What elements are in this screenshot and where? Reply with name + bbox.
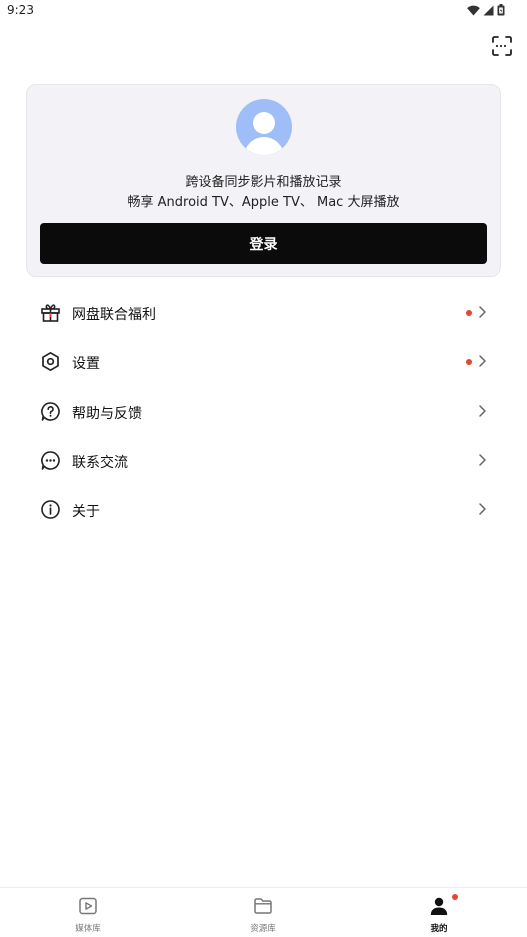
status-time: 9:23 xyxy=(7,3,34,17)
chevron-right-icon xyxy=(479,503,486,515)
battery-icon xyxy=(497,4,505,16)
menu-item-help[interactable]: 帮助与反馈 xyxy=(0,387,527,436)
scan-button[interactable] xyxy=(491,35,513,57)
wifi-icon xyxy=(467,5,480,16)
bottom-nav: 媒体库 资源库 我的 xyxy=(0,887,527,937)
tab-media-library[interactable]: 媒体库 xyxy=(43,888,133,937)
login-card: 跨设备同步影片和播放记录 畅享 Android TV、Apple TV、 Mac… xyxy=(26,84,501,277)
user-icon xyxy=(430,897,448,915)
chevron-right-icon xyxy=(479,454,486,466)
chevron-right-icon xyxy=(479,404,486,417)
gift-icon xyxy=(41,304,60,322)
login-button[interactable]: 登录 xyxy=(40,223,487,264)
avatar-head xyxy=(253,112,275,134)
tab-mine[interactable]: 我的 xyxy=(394,888,484,937)
info-icon xyxy=(41,500,60,519)
notification-dot xyxy=(466,310,472,316)
menu-list: 网盘联合福利 设置 帮助与反馈 联系交流 关于 xyxy=(0,288,527,534)
tab-resource-library[interactable]: 资源库 xyxy=(218,888,308,937)
avatar[interactable] xyxy=(236,99,292,155)
profile-screen: 9:23 跨设备同步影片和播放记录 畅享 Android TV、Apple TV… xyxy=(0,0,527,937)
settings-icon xyxy=(42,352,59,372)
tab-label: 资源库 xyxy=(250,924,276,934)
menu-item-settings[interactable]: 设置 xyxy=(0,337,527,386)
help-icon xyxy=(41,401,60,421)
tab-label: 我的 xyxy=(430,924,448,934)
menu-item-contact[interactable]: 联系交流 xyxy=(0,436,527,485)
folder-icon xyxy=(254,898,272,914)
menu-item-label: 帮助与反馈 xyxy=(72,405,142,422)
device-description: 畅享 Android TV、Apple TV、 Mac 大屏播放 xyxy=(127,195,400,210)
menu-item-label: 网盘联合福利 xyxy=(72,307,156,323)
signal-icon xyxy=(483,5,494,16)
menu-item-label: 关于 xyxy=(72,504,100,520)
status-icons xyxy=(467,4,505,16)
notification-dot xyxy=(452,894,458,900)
chevron-right-icon xyxy=(479,355,486,367)
menu-item-about[interactable]: 关于 xyxy=(0,485,527,534)
play-icon xyxy=(79,897,97,915)
chat-icon xyxy=(41,450,60,470)
menu-item-label: 设置 xyxy=(72,356,100,373)
menu-item-gift[interactable]: 网盘联合福利 xyxy=(0,288,527,337)
scan-icon xyxy=(492,36,512,56)
sync-description: 跨设备同步影片和播放记录 xyxy=(185,175,342,190)
chevron-right-icon xyxy=(479,306,486,318)
tab-label: 媒体库 xyxy=(75,924,101,934)
menu-item-label: 联系交流 xyxy=(72,454,128,471)
status-bar: 9:23 xyxy=(0,0,527,22)
notification-dot xyxy=(466,359,472,366)
avatar-body xyxy=(244,137,284,155)
